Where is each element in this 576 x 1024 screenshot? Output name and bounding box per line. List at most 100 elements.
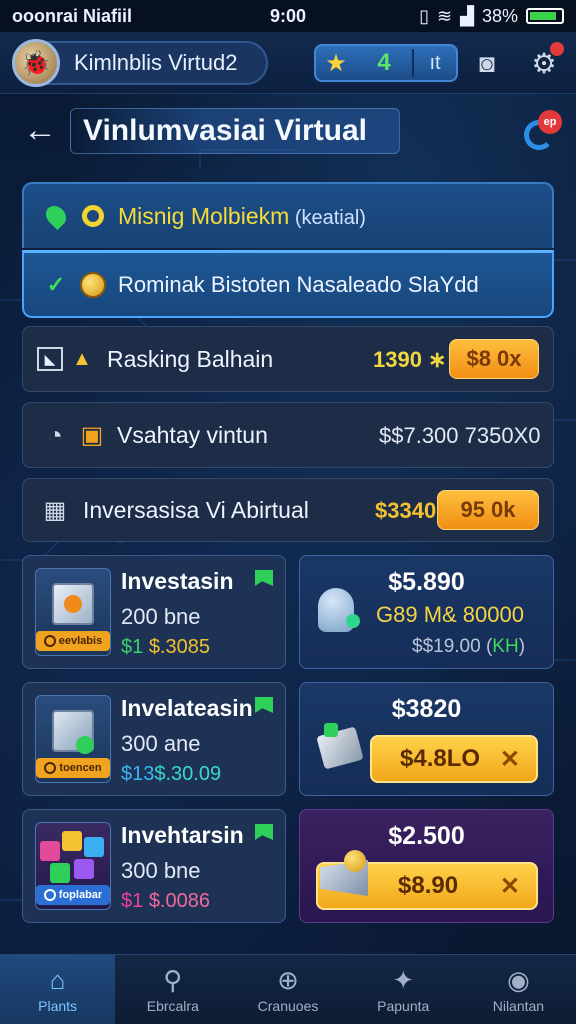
list-item-value: $$7.300 7350X0 — [379, 423, 541, 448]
list-item-label: Vsahtay vintun — [117, 421, 268, 448]
product-thumbnail: eevlabis — [35, 568, 111, 656]
offer-card[interactable]: $5.890 G89 M& 80000 $$19.00 (KH) — [299, 555, 554, 669]
offer-detail: G89 M& 80000 — [376, 602, 524, 627]
offer-subprice: $$19.00 (KH) — [412, 636, 526, 657]
location-pin-icon — [38, 198, 74, 234]
page-title: Vinlumvasiai Virtual — [70, 108, 400, 154]
notification-dot — [550, 42, 564, 56]
nav-label: Ebrcalra — [146, 997, 199, 1014]
list-item-selected[interactable]: ✓ Rominak Bistoten Nasaleado SlaYdd — [22, 250, 554, 318]
nav-item-popular[interactable]: ✦ Papunta — [346, 955, 461, 1024]
pie-chart-icon: ◔ — [47, 419, 63, 450]
card-title: Invelateasin — [121, 695, 253, 721]
settings-button[interactable]: ⚙ — [526, 42, 564, 80]
card-title: Investasin — [121, 568, 234, 594]
nav-item-plants[interactable]: ⌂ Plants — [0, 955, 116, 1024]
offer-price: $3820 — [391, 695, 462, 723]
card-price: $1 $.3085 — [121, 636, 210, 658]
bottom-navigation: ⌂ Plants ⚲ Ebrcalra ⊕ Cranuoes ✦ Papunta… — [0, 954, 576, 1024]
thumbnail-tag: eevlabis — [36, 631, 110, 651]
profile-button[interactable]: 🐞 Kimlnblis Virtud2 — [12, 39, 268, 87]
nav-label: Cranuoes — [257, 997, 319, 1014]
coin-icon — [78, 270, 108, 300]
list-item[interactable]: ◔ ▣ Vsahtay vintun $$7.300 7350X0 — [22, 402, 554, 468]
flag-icon — [255, 697, 273, 713]
list-item[interactable]: ▦ Inversasisa Vi Abirtual $33400 95 0k — [22, 478, 554, 542]
profile-name: Kimlnblis Virtud2 — [74, 50, 238, 75]
card-title: Invehtarsin — [121, 822, 244, 848]
list-item-label: Inversasisa Vi Abirtual — [83, 496, 309, 523]
buy-button[interactable]: 95 0k — [437, 490, 539, 530]
signal-icon: ▟ — [460, 5, 474, 26]
nav-item-search[interactable]: ⚲ Ebrcalra — [115, 955, 230, 1024]
card-subtitle: 300 bne — [121, 858, 201, 883]
plus-circle-icon: ⊕ — [277, 965, 299, 995]
back-arrow-icon: ← — [23, 110, 57, 149]
offer-price: $2.500 — [388, 822, 465, 850]
fruit-icon — [76, 736, 94, 754]
currency-extra: ıt — [429, 51, 441, 74]
carrier-label: ooonrai Niafiil — [12, 5, 133, 26]
battery-percent: 38% — [481, 5, 518, 26]
offer-card[interactable]: $3820 $4.8LO ✕ — [299, 682, 554, 796]
status-bar: ooonrai Niafiil 9:00 ▯ ≋ ▟ 38% — [0, 0, 576, 32]
star-figure-icon: ✦ — [392, 965, 415, 995]
coin-icon — [344, 850, 366, 872]
title-action-button[interactable]: ep — [520, 110, 564, 154]
chart-box-icon: ◣ — [37, 347, 63, 371]
nav-item-create[interactable]: ⊕ Cranuoes — [230, 955, 345, 1024]
nav-item-profile[interactable]: ◉ Nilantan — [461, 955, 576, 1024]
gem-icon — [324, 723, 338, 737]
check-icon: ✓ — [46, 271, 66, 297]
wifi-icon: ≋ — [437, 5, 453, 26]
swords-icon: ✕ — [499, 745, 520, 773]
avatar: 🐞 — [12, 39, 60, 87]
clock: 9:00 — [270, 5, 307, 26]
investment-card[interactable]: eevlabis Investasin 200 bne $1 $.3085 — [22, 555, 286, 669]
status-icons: ▯ ≋ ▟ 38% — [419, 6, 564, 27]
battery-icon — [526, 8, 564, 24]
camera-icon: ◙ — [479, 47, 495, 78]
star-icon: ★ — [325, 49, 347, 77]
top-header: 🐞 Kimlnblis Virtud2 ★ 4 ıt ◙ ⚙ — [0, 32, 576, 94]
camera-button[interactable]: ◙ — [470, 48, 504, 78]
gem-icon — [346, 614, 360, 628]
investment-card[interactable]: foplabar Invehtarsin 300 bne $1 $.0086 — [22, 809, 286, 923]
list-item-value: 1390 ∗ — [373, 347, 447, 372]
list-item[interactable]: Misnig Molbiekm (keatial) — [22, 182, 554, 248]
list-item[interactable]: ◣ ▲ Rasking Balhain 1390 ∗ $8 0x — [22, 326, 554, 392]
swords-icon: ✕ — [499, 872, 520, 900]
ring-icon — [78, 201, 108, 231]
card-price: $13$.30.09 — [121, 763, 222, 785]
offer-card[interactable]: $2.500 $8.90 ✕ — [299, 809, 554, 923]
flag-icon — [255, 570, 273, 586]
nav-label: Plants — [38, 997, 78, 1014]
flag-icon — [255, 824, 273, 840]
list-item-label: Rominak Bistoten Nasaleado SlaYdd — [118, 271, 479, 297]
currency-value: 4 — [377, 49, 391, 76]
gift-box-icon: ▣ — [80, 421, 104, 449]
vibrate-icon: ▯ — [419, 5, 430, 26]
list-item-label: Rasking Balhain — [107, 345, 274, 372]
blocks-icon — [40, 831, 108, 883]
buy-button[interactable]: $8 0x — [449, 339, 539, 379]
home-icon: ⌂ — [49, 965, 66, 995]
nav-label: Papunta — [377, 997, 430, 1014]
thumbnail-tag: foplabar — [36, 885, 110, 905]
list-item-label: Misnig Molbiekm (keatial) — [118, 202, 366, 229]
card-subtitle: 200 bne — [121, 604, 201, 629]
card-price: $1 $.0086 — [121, 890, 210, 912]
investment-card[interactable]: toencen Invelateasin 300 ane $13$.30.09 — [22, 682, 286, 796]
beetle-icon: 🐞 — [21, 49, 51, 77]
product-thumbnail: toencen — [35, 695, 111, 783]
product-thumbnail: foplabar — [35, 822, 111, 910]
thumbnail-tag: toencen — [36, 758, 110, 778]
search-icon: ⚲ — [163, 965, 183, 995]
fruit-icon — [64, 595, 82, 613]
calculator-icon: ▦ — [43, 496, 67, 524]
profile-circle-icon: ◉ — [507, 965, 530, 995]
purchase-button[interactable]: $4.8LO ✕ — [370, 735, 538, 783]
nav-label: Nilantan — [492, 997, 545, 1014]
currency-counter[interactable]: ★ 4 ıt — [314, 44, 458, 82]
back-button[interactable]: ← — [20, 110, 60, 150]
